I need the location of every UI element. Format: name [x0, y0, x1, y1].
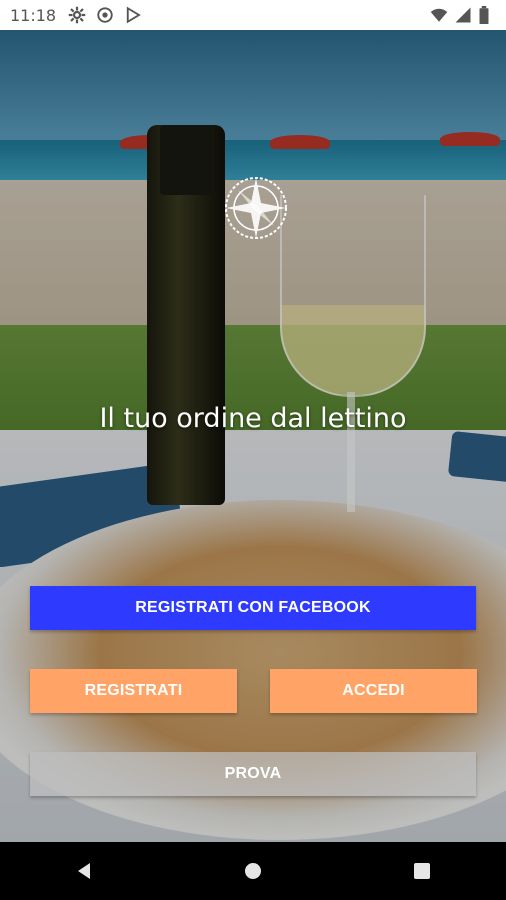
login-button[interactable]: ACCEDI: [270, 669, 477, 713]
status-time: 11:18: [10, 5, 57, 25]
signal-icon: [454, 6, 472, 24]
compass-logo-icon: [218, 170, 294, 246]
tagline: Il tuo ordine dal lettino: [99, 403, 407, 434]
photo-overlay: [0, 30, 506, 842]
wifi-icon: [430, 6, 448, 24]
navigation-bar: [0, 842, 506, 900]
status-bar: 11:18: [0, 0, 506, 30]
vpn-icon: [96, 6, 114, 24]
gear-icon: [68, 6, 86, 24]
recents-icon[interactable]: [407, 856, 437, 886]
register-button[interactable]: REGISTRATI: [30, 669, 237, 713]
play-store-icon: [124, 6, 142, 24]
try-button[interactable]: PROVA: [30, 752, 476, 796]
back-icon[interactable]: [69, 856, 99, 886]
hero-background: Il tuo ordine dal lettino: [0, 30, 506, 842]
battery-icon: [478, 6, 496, 24]
facebook-register-button[interactable]: REGISTRATI CON FACEBOOK: [30, 586, 476, 630]
home-icon[interactable]: [238, 856, 268, 886]
